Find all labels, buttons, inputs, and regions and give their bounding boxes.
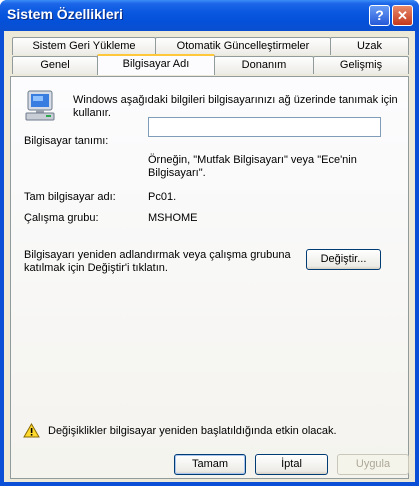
tab-remote[interactable]: Uzak (330, 37, 409, 55)
window-title: Sistem Özellikleri (7, 6, 123, 22)
title-bar[interactable]: Sistem Özellikleri ? ✕ (0, 0, 419, 31)
rename-line-2: katılmak için Değiştir'i tıklatın. (24, 262, 168, 274)
workgroup-value: MSHOME (148, 212, 198, 224)
computer-icon (25, 90, 55, 121)
description-line-2: kullanır. (73, 107, 111, 119)
tab-computer-name[interactable]: Bilgisayar Adı (97, 54, 215, 75)
full-name-value: Pc01. (148, 191, 177, 203)
close-button[interactable]: ✕ (392, 5, 413, 26)
full-name-label: Tam bilgisayar adı: (24, 191, 116, 203)
tab-advanced[interactable]: Gelişmiş (313, 56, 409, 74)
workgroup-label: Çalışma grubu: (24, 212, 99, 224)
warning-icon (23, 423, 40, 438)
restart-warning-text: Değişiklikler bilgisayar yeniden başlatı… (48, 425, 337, 437)
rename-line-1: Bilgisayarı yeniden adlandırmak veya çal… (24, 249, 291, 261)
cancel-button[interactable]: İptal (255, 454, 328, 475)
dialog-client: Sistem Geri Yükleme Otomatik Güncelleşti… (4, 31, 415, 482)
description-line-1: Windows aşağıdaki bilgileri bilgisayarın… (73, 94, 398, 106)
computer-description-input[interactable] (148, 117, 381, 137)
help-button[interactable]: ? (369, 5, 390, 26)
computer-description-label: Bilgisayar tanımı: (24, 135, 109, 147)
apply-button[interactable]: Uygula (337, 454, 409, 475)
ok-button[interactable]: Tamam (174, 454, 246, 475)
change-button[interactable]: Değiştir... (306, 249, 381, 270)
tab-general[interactable]: Genel (12, 56, 98, 74)
tab-system-restore[interactable]: Sistem Geri Yükleme (12, 37, 156, 55)
tab-hardware[interactable]: Donanım (214, 56, 314, 74)
example-line-2: Bilgisayarı". (148, 167, 206, 179)
tab-automatic-updates[interactable]: Otomatik Güncelleştirmeler (155, 37, 331, 55)
example-line-1: Örneğin, "Mutfak Bilgisayarı" veya "Ece'… (148, 154, 357, 166)
system-properties-window: Sistem Özellikleri ? ✕ Sistem Geri Yükle… (0, 0, 419, 486)
